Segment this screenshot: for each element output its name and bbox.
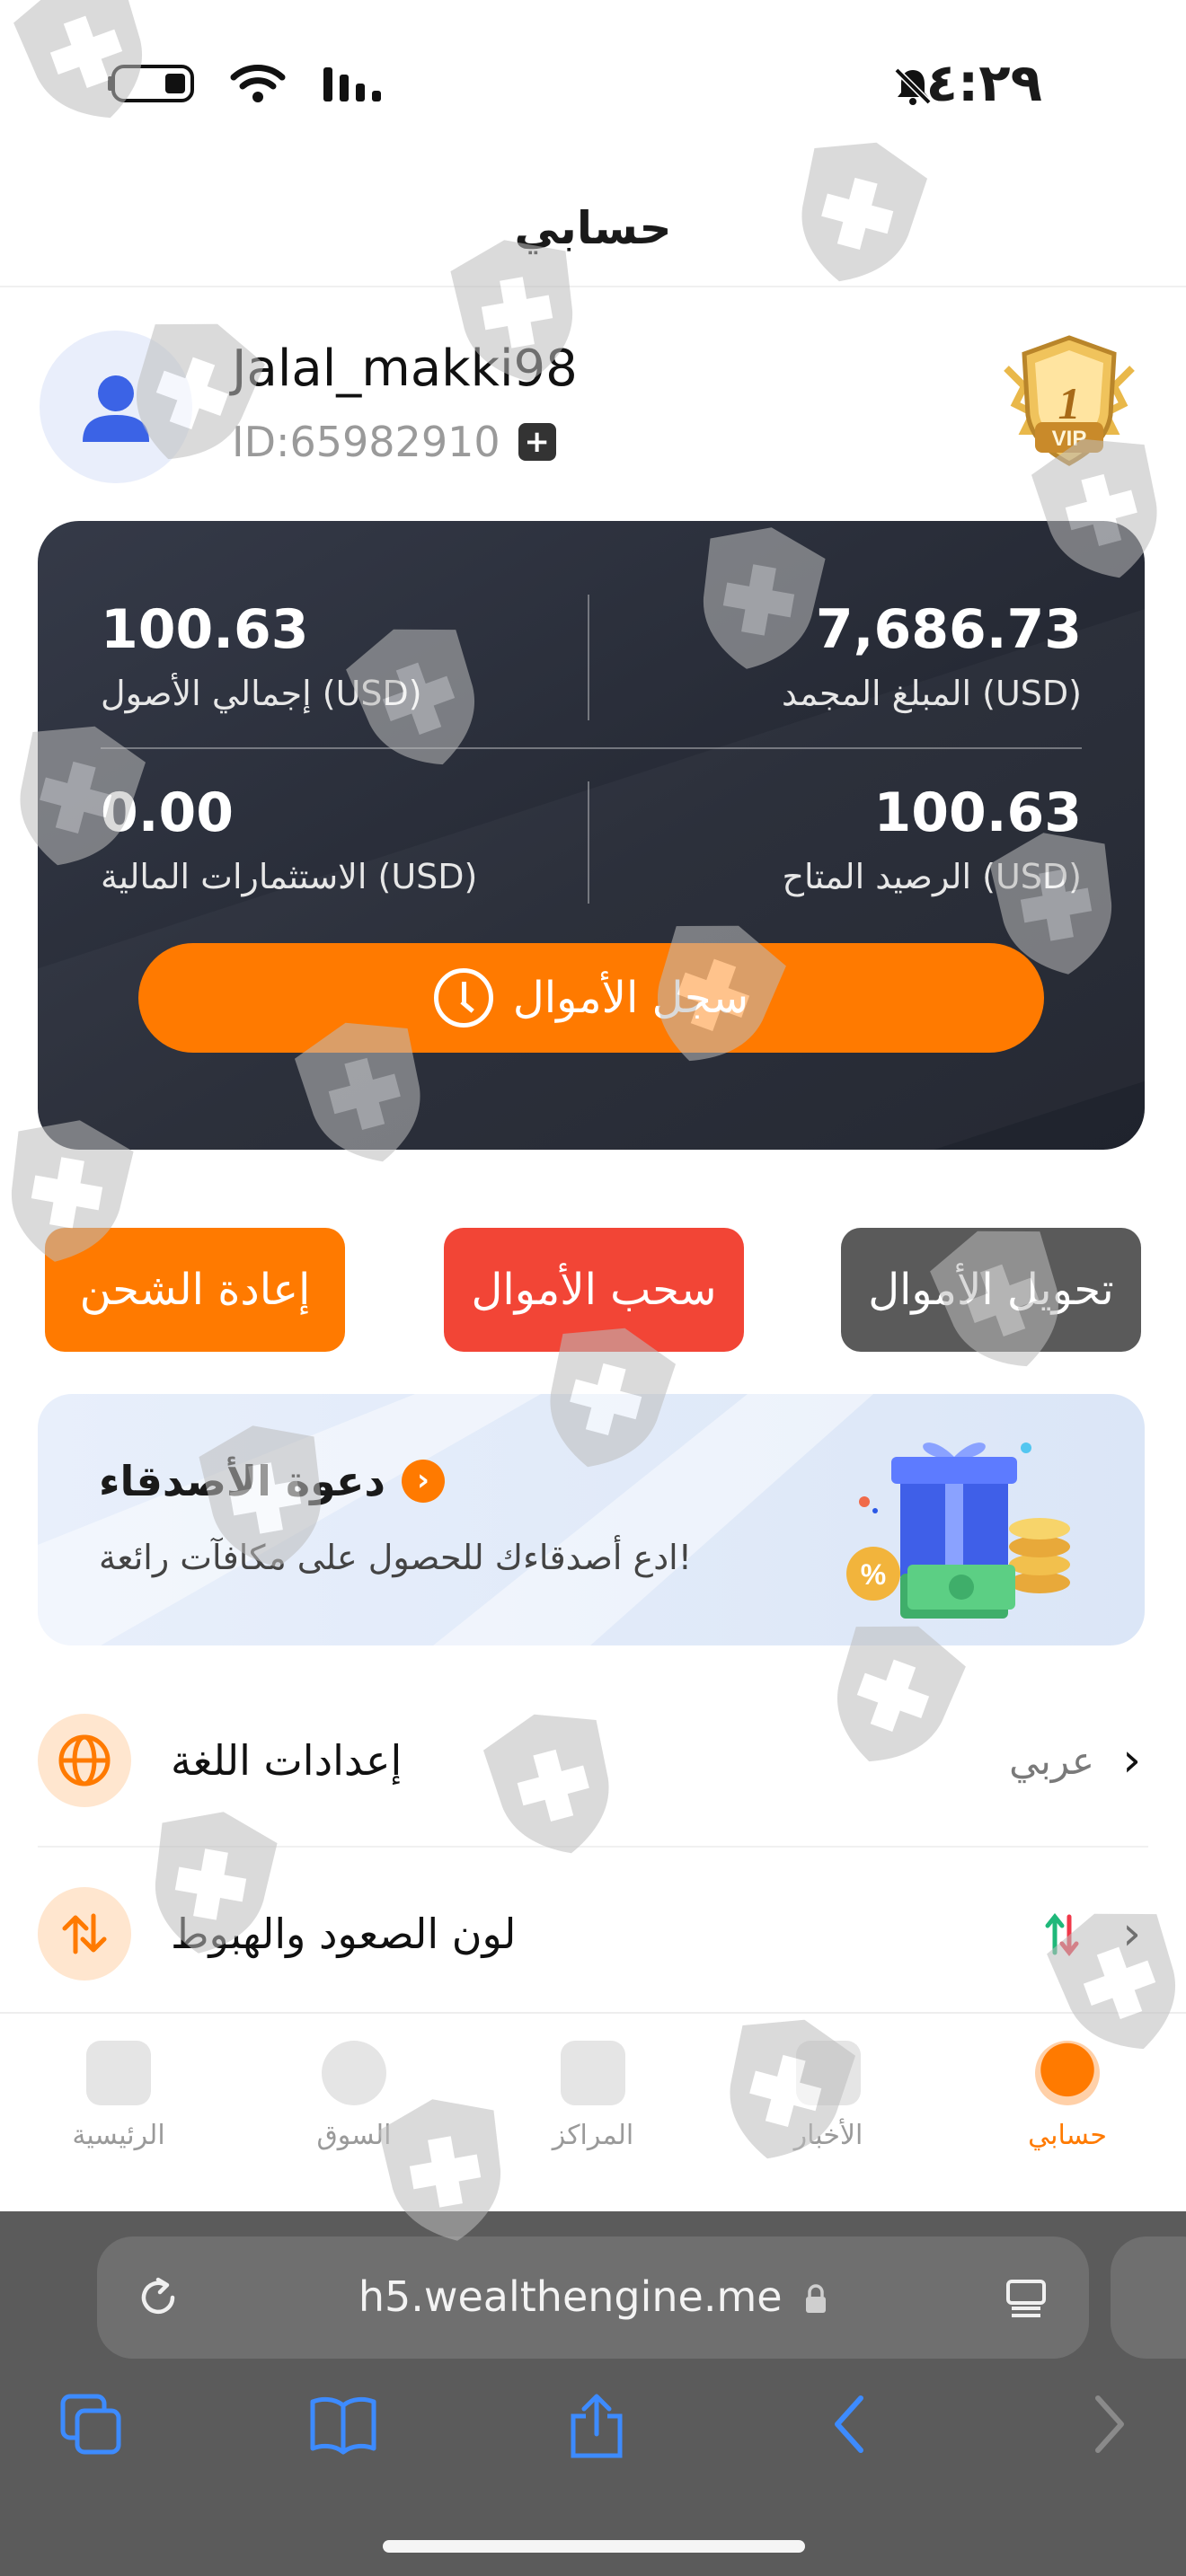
user-id-row: ID:65982910 +	[232, 418, 556, 466]
watermark-shield-icon	[986, 822, 1127, 985]
watermark-shield-icon	[0, 1109, 137, 1273]
divider	[588, 781, 589, 904]
frozen-amount: 7,686.73 المبلغ المجمد (USD)	[782, 598, 1082, 713]
financial-investments-value: 0.00	[101, 781, 235, 844]
bookmarks-icon[interactable]	[307, 2391, 379, 2461]
frozen-amount-label: المبلغ المجمد (USD)	[782, 674, 1082, 713]
divider	[588, 595, 589, 720]
balance-card: 100.63 إجمالي الأصول (USD) 7,686.73 المب…	[38, 521, 1145, 1150]
language-value: عربي	[1009, 1738, 1094, 1783]
copy-icon[interactable]: +	[518, 423, 556, 461]
tabs-icon[interactable]	[58, 2391, 124, 2461]
status-time: ٤:٢٩	[925, 52, 1042, 113]
tab-home[interactable]: الرئيسية	[29, 2041, 208, 2151]
url: h5.wealthengine.me	[358, 2272, 783, 2321]
user-id: ID:65982910	[232, 418, 500, 466]
lock-icon	[804, 2276, 828, 2325]
globe-icon	[38, 1714, 131, 1807]
chart-icon	[561, 2041, 625, 2105]
tab-positions-label: المراكز	[552, 2120, 634, 2151]
swap-arrows-icon	[38, 1887, 131, 1981]
address-bar[interactable]: h5.wealthengine.me	[97, 2236, 1089, 2359]
vip-level: 1	[1058, 378, 1081, 428]
clock-icon	[433, 968, 493, 1028]
frozen-amount-value: 7,686.73	[815, 598, 1082, 661]
page-header: حسابي	[0, 171, 1186, 287]
home-icon	[86, 2041, 151, 2105]
chevron-right-icon: ›	[1122, 1734, 1141, 1787]
share-icon[interactable]	[566, 2391, 627, 2465]
status-bar: ٤:٢٩	[0, 0, 1186, 171]
financial-investments-label: الاستثمارات المالية (USD)	[101, 857, 478, 896]
invite-subtitle: ادع أصدقاءك للحصول على مكافآت رائعة!	[99, 1538, 692, 1577]
language-settings-label: إعدادات اللغة	[171, 1736, 403, 1785]
dollar-coin-icon	[322, 2041, 386, 2105]
signal-icon	[322, 64, 385, 103]
tab-account-label: حسابي	[1028, 2120, 1107, 2151]
watermark-shield-icon	[375, 2088, 516, 2252]
next-tab-preview[interactable]	[1111, 2236, 1186, 2359]
wifi-icon	[230, 63, 286, 104]
chevron-right-icon: ›	[402, 1460, 445, 1503]
bottom-tab-bar: الرئيسية السوق المراكز الأخبار حسابي	[0, 2012, 1186, 2211]
divider	[101, 747, 1082, 749]
reader-mode-icon[interactable]	[1003, 2274, 1049, 2325]
back-icon[interactable]	[827, 2391, 872, 2461]
svg-text:%: %	[861, 1558, 886, 1591]
tab-home-label: الرئيسية	[72, 2120, 165, 2151]
browser-chrome: h5.wealthengine.me	[0, 2211, 1186, 2576]
home-indicator	[383, 2540, 805, 2553]
fund-record-button[interactable]: سجل الأموال	[138, 943, 1044, 1053]
tab-positions[interactable]: المراكز	[503, 2041, 683, 2151]
forward-icon[interactable]	[1087, 2391, 1132, 2461]
url-text: h5.wealthengine.me	[97, 2272, 1089, 2325]
watermark-shield-icon	[447, 229, 588, 393]
gift-illustration-icon: %	[846, 1442, 1070, 1619]
watermark-shield-icon	[140, 1801, 281, 1964]
financial-investments: 0.00 الاستثمارات المالية (USD)	[101, 781, 477, 896]
watermark-shield-icon	[688, 516, 829, 680]
watermark-shield-icon	[195, 1415, 336, 1578]
